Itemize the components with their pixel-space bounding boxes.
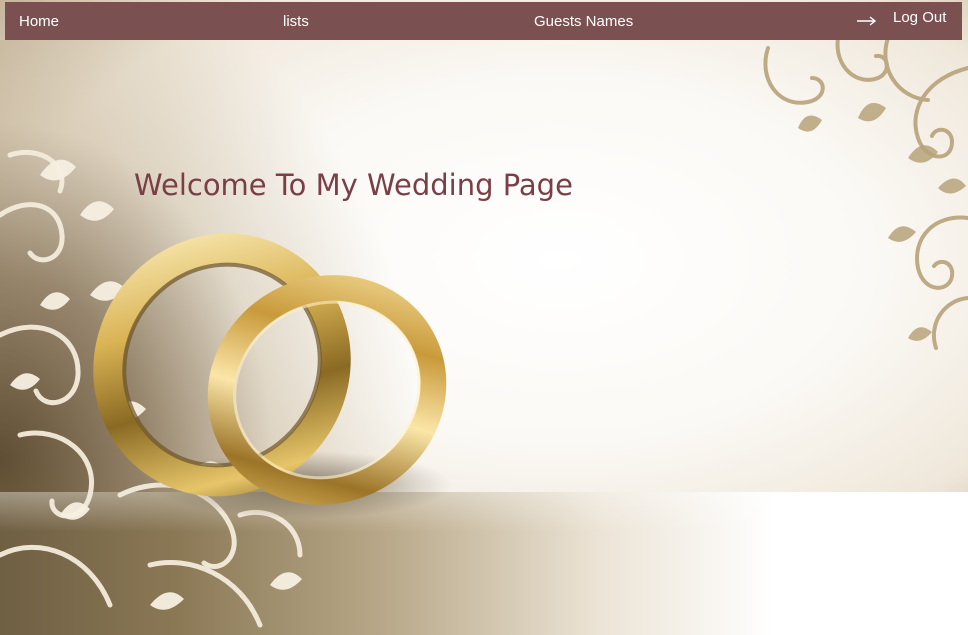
nav-lists-link[interactable]: lists: [283, 13, 309, 30]
wedding-page: Home lists Guests Names Log Out Welcome …: [0, 0, 968, 635]
page-title: Welcome To My Wedding Page: [134, 168, 573, 202]
right-arrow-icon: [857, 15, 877, 26]
wedding-rings-image: [93, 233, 452, 519]
top-navbar: Home lists Guests Names Log Out: [5, 2, 962, 40]
nav-home-link[interactable]: Home: [19, 13, 59, 30]
logout-button[interactable]: Log Out: [857, 9, 946, 26]
floral-ornament-top-right: [763, 38, 968, 350]
logout-label: Log Out: [893, 9, 947, 26]
nav-guests-names-link[interactable]: Guests Names: [534, 13, 633, 30]
